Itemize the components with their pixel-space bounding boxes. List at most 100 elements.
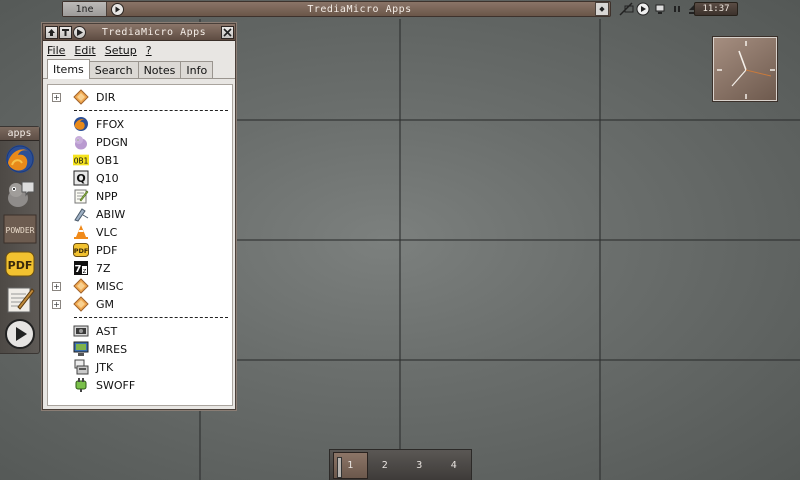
jtk-icon bbox=[73, 359, 89, 375]
tab-info[interactable]: Info bbox=[180, 61, 214, 78]
taskbar[interactable]: 1ne TrediaMicro Apps ◆ bbox=[62, 1, 611, 17]
separator bbox=[74, 110, 228, 111]
item-label: NPP bbox=[96, 189, 118, 203]
pidgin-icon bbox=[73, 134, 89, 150]
tree-item-pdf[interactable]: PDF PDF bbox=[48, 241, 232, 259]
pin-icon[interactable] bbox=[59, 25, 72, 39]
ast-icon bbox=[73, 323, 89, 339]
tree-item-pdgn[interactable]: PDGN bbox=[48, 133, 232, 151]
tab-notes[interactable]: Notes bbox=[137, 61, 182, 78]
tree-item-swoff[interactable]: SWOFF bbox=[48, 376, 232, 394]
app-launcher-dock: apps POWDER PDF bbox=[0, 126, 40, 354]
analog-clock-widget bbox=[713, 37, 777, 101]
vlc-cone-icon bbox=[73, 224, 89, 240]
desktop-name[interactable]: 1ne bbox=[63, 2, 107, 16]
7zip-icon: 7z bbox=[73, 260, 89, 276]
tree-item-vlc[interactable]: VLC bbox=[48, 223, 232, 241]
svg-text:POWDER: POWDER bbox=[6, 226, 35, 235]
tree-item-misc[interactable]: + MISC bbox=[48, 277, 232, 295]
network-icon[interactable] bbox=[618, 1, 634, 17]
text-editor-icon[interactable] bbox=[2, 282, 38, 316]
up-arrow-icon[interactable] bbox=[45, 25, 58, 39]
item-label: FFOX bbox=[96, 117, 125, 131]
desktop-1[interactable]: 1 bbox=[333, 451, 368, 479]
window-titlebar[interactable]: TrediaMicro Apps bbox=[43, 24, 235, 41]
tab-bar: Items Search Notes Info bbox=[43, 59, 235, 79]
power-plug-icon bbox=[73, 377, 89, 393]
app-window: TrediaMicro Apps File Edit Setup ? Items… bbox=[42, 23, 236, 410]
tree-item-ob1[interactable]: OB1 OB1 bbox=[48, 151, 232, 169]
menu-bar: File Edit Setup ? bbox=[43, 41, 235, 59]
pdf-icon[interactable]: PDF bbox=[2, 247, 38, 281]
desktop-pager: 1 2 3 4 bbox=[329, 449, 472, 480]
item-label: MRES bbox=[96, 342, 128, 356]
item-label: JTK bbox=[96, 360, 114, 374]
dropdown-icon[interactable]: ◆ bbox=[595, 2, 609, 16]
firefox-icon[interactable] bbox=[2, 142, 38, 176]
menu-setup[interactable]: Setup bbox=[105, 44, 137, 57]
item-label: AST bbox=[96, 324, 118, 338]
folder-diamond-icon bbox=[73, 296, 89, 312]
folder-diamond-icon bbox=[73, 278, 89, 294]
tab-items[interactable]: Items bbox=[47, 59, 90, 79]
item-label: OB1 bbox=[96, 153, 120, 167]
tree-item-mres[interactable]: MRES bbox=[48, 340, 232, 358]
grid-line bbox=[200, 359, 800, 361]
q10-icon: Q bbox=[73, 170, 89, 186]
item-label: VLC bbox=[96, 225, 118, 239]
tree-item-7z[interactable]: 7z 7Z bbox=[48, 259, 232, 277]
media-play-icon[interactable] bbox=[635, 1, 651, 17]
svg-text:Q: Q bbox=[76, 172, 85, 185]
grid-line bbox=[200, 119, 800, 121]
item-label: DIR bbox=[96, 90, 116, 104]
pdf-icon: PDF bbox=[73, 242, 89, 258]
play-icon[interactable] bbox=[2, 317, 38, 351]
firefox-icon bbox=[73, 116, 89, 132]
display-icon[interactable] bbox=[652, 1, 668, 17]
desktop-3[interactable]: 3 bbox=[402, 452, 437, 479]
expand-icon[interactable]: + bbox=[52, 281, 61, 291]
window-title: TrediaMicro Apps bbox=[101, 26, 207, 38]
tab-search[interactable]: Search bbox=[88, 61, 139, 78]
item-label: SWOFF bbox=[96, 378, 136, 392]
svg-text:PDF: PDF bbox=[8, 259, 33, 272]
tree-item-npp[interactable]: NPP bbox=[48, 187, 232, 205]
tree-item-dir[interactable]: + DIR bbox=[48, 88, 232, 106]
tree-item-gm[interactable]: + GM bbox=[48, 295, 232, 313]
item-label: MISC bbox=[96, 279, 124, 293]
notepad-icon bbox=[73, 188, 89, 204]
powder-icon[interactable]: POWDER bbox=[2, 212, 38, 246]
tree-item-ffox[interactable]: FFOX bbox=[48, 115, 232, 133]
svg-text:PDF: PDF bbox=[74, 247, 89, 255]
top-panel: 1ne TrediaMicro Apps ◆ 11:37 bbox=[58, 0, 740, 18]
pause-icon[interactable] bbox=[669, 1, 685, 17]
item-label: PDF bbox=[96, 243, 118, 257]
expand-icon[interactable]: + bbox=[52, 92, 61, 102]
tree-item-abiw[interactable]: ABIW bbox=[48, 205, 232, 223]
close-icon[interactable] bbox=[221, 25, 234, 39]
svg-text:7: 7 bbox=[75, 264, 82, 275]
folder-diamond-icon bbox=[73, 89, 89, 105]
item-label: PDGN bbox=[96, 135, 128, 149]
item-label: GM bbox=[96, 297, 115, 311]
pidgin-icon[interactable] bbox=[2, 177, 38, 211]
item-label: Q10 bbox=[96, 171, 119, 185]
grid-line bbox=[599, 19, 601, 480]
tree-item-jtk[interactable]: JTK bbox=[48, 358, 232, 376]
tree-item-q10[interactable]: Q Q10 bbox=[48, 169, 232, 187]
menu-file[interactable]: File bbox=[47, 44, 65, 57]
menu-edit[interactable]: Edit bbox=[74, 44, 95, 57]
menu-help[interactable]: ? bbox=[146, 44, 152, 57]
run-icon[interactable] bbox=[73, 25, 86, 39]
play-icon[interactable] bbox=[111, 2, 124, 16]
desktop-4[interactable]: 4 bbox=[437, 452, 472, 479]
tree-item-ast[interactable]: AST bbox=[48, 322, 232, 340]
task-title[interactable]: TrediaMicro Apps bbox=[124, 4, 595, 15]
items-tree: + DIR FFOX PDGN OB1 OB1 Q Q10 NPP ABIW V… bbox=[47, 84, 233, 406]
abiword-icon bbox=[73, 206, 89, 222]
item-label: 7Z bbox=[96, 261, 111, 275]
desktop-2[interactable]: 2 bbox=[368, 452, 403, 479]
svg-text:z: z bbox=[83, 267, 87, 275]
expand-icon[interactable]: + bbox=[52, 299, 61, 309]
panel-clock[interactable]: 11:37 bbox=[694, 2, 738, 16]
